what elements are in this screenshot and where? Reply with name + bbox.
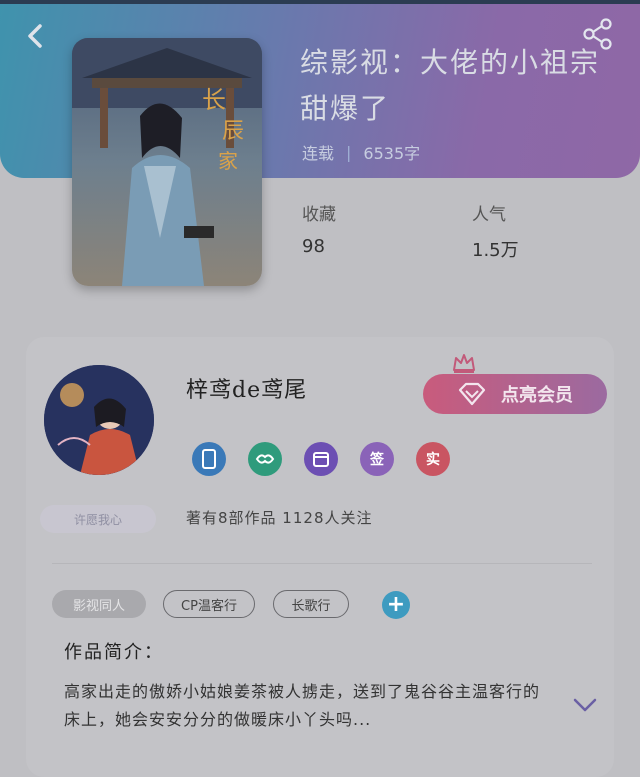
calendar-icon[interactable] [304, 442, 338, 476]
add-tag-button[interactable]: + [382, 591, 410, 619]
follow-text: 著有8部作品 1128人关注 [186, 509, 373, 527]
favorites-value: 98 [302, 236, 325, 257]
popularity-label: 人气 [472, 205, 506, 225]
word-count: 6535字 [363, 144, 421, 163]
back-button[interactable] [18, 18, 54, 54]
handshake-icon[interactable] [248, 442, 282, 476]
intro-label: 作品简介： [64, 642, 164, 663]
author-tag: 许愿我心 [40, 505, 156, 533]
diamond-icon [458, 382, 486, 406]
intro-text: 高家出走的傲娇小姑娘姜茶被人掳走，送到了鬼谷谷主温客行的床上，她会安安分分的做暖… [64, 682, 541, 729]
verified-badge[interactable]: 实 [416, 442, 450, 476]
plus-icon: + [386, 592, 406, 617]
book-title: 综影视：大佬的小祖宗甜爆了 [300, 46, 601, 125]
crown-icon [453, 354, 475, 373]
tag-chip[interactable]: CP温客行 [163, 590, 255, 618]
badge-list: 签 实 [192, 442, 450, 476]
vip-button-label: 点亮会员 [501, 385, 573, 406]
svg-text:长: 长 [202, 86, 226, 114]
signed-badge[interactable]: 签 [360, 442, 394, 476]
book-cover[interactable]: 长 辰 家 [72, 38, 262, 286]
book-meta: 连载 | 6535字 [302, 140, 420, 164]
chevron-down-icon[interactable] [572, 696, 598, 714]
popularity-value: 1.5万 [472, 240, 519, 261]
book-cover-image: 长 辰 家 [72, 38, 262, 286]
divider [52, 563, 592, 564]
avatar-image [44, 365, 154, 475]
svg-text:辰: 辰 [222, 119, 244, 144]
svg-text:家: 家 [218, 149, 238, 173]
tag-chip[interactable]: 长歌行 [273, 590, 349, 618]
vip-button[interactable]: 点亮会员 [423, 374, 607, 414]
serial-status: 连载 [302, 144, 335, 163]
author-name[interactable]: 梓鸢de鸢尾 [186, 372, 307, 404]
tag-chip[interactable]: 影视同人 [52, 590, 146, 618]
meta-separator: | [346, 142, 352, 162]
favorites-label: 收藏 [302, 205, 336, 225]
phone-icon[interactable] [192, 442, 226, 476]
chevron-left-icon [28, 24, 42, 48]
avatar[interactable] [44, 365, 154, 475]
